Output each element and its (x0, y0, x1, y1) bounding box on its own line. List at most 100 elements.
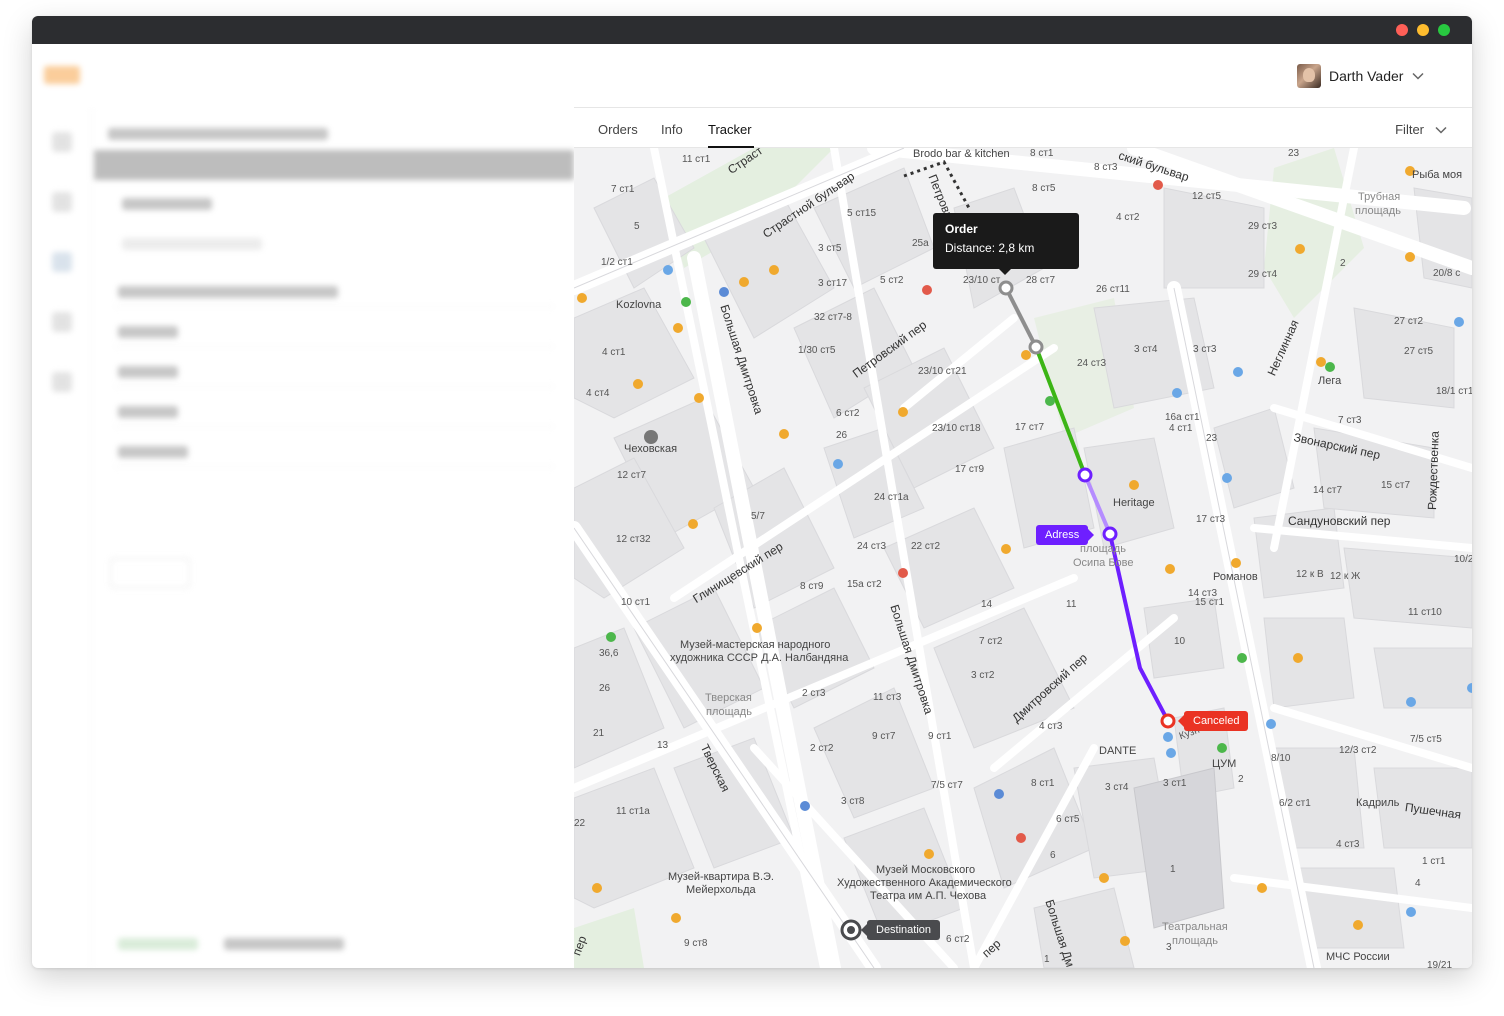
route-node-order (1028, 339, 1044, 355)
building-number: 2 ст3 (802, 688, 826, 699)
street-label: Рождественка (1425, 430, 1442, 511)
building-number: 3 ст5 (818, 243, 842, 254)
tab-info[interactable]: Info (661, 122, 683, 137)
place-label: площадь (706, 706, 752, 718)
building-number: 6 ст5 (1056, 814, 1080, 825)
building-number: 17 ст7 (1015, 422, 1045, 433)
building-number: 36,6 (599, 648, 619, 659)
building-number: 1 ст1 (1422, 856, 1446, 867)
building-number: 29 ст3 (1248, 221, 1278, 232)
building-number: 5 ст2 (880, 275, 904, 286)
building-number: 7/5 ст7 (931, 780, 963, 791)
place-label: Мейерхольда (686, 884, 756, 896)
top-header: Darth Vader (574, 44, 1472, 108)
place-label: площадь (1172, 935, 1218, 947)
building-number: 3 ст4 (1105, 782, 1129, 793)
building-number: 7 ст1 (611, 184, 635, 195)
avatar (1297, 64, 1321, 88)
place-label: площадь (1355, 205, 1401, 217)
destination-marker-label[interactable]: Destination (860, 920, 941, 940)
building-number: 25а (912, 238, 929, 249)
place-label: Kozlovna (616, 299, 662, 311)
place-label: Трубная (1358, 191, 1401, 203)
building-number: 15 ст1 (1195, 597, 1225, 608)
building-number: 23 (1206, 433, 1218, 444)
adress-marker-label[interactable]: Adress (1036, 525, 1095, 545)
building-number: 7 ст2 (979, 636, 1003, 647)
building-number: 10 ст1 (621, 597, 651, 608)
building-number: 23/10 ст21 (918, 366, 967, 377)
window-maximize-button[interactable] (1438, 24, 1450, 36)
building-number: 6 ст2 (946, 934, 970, 945)
chevron-down-icon (1435, 126, 1447, 134)
canceled-marker-label[interactable]: Canceled (1177, 711, 1249, 731)
building-number: 8 ст1 (1030, 148, 1054, 159)
building-number: 15 ст7 (1381, 480, 1411, 491)
place-label: Музей-мастерская народного (680, 639, 831, 651)
user-menu[interactable]: Darth Vader (1297, 64, 1425, 88)
building-number: 6/2 ст1 (1279, 798, 1311, 809)
building-number: 4 ст3 (1039, 721, 1063, 732)
building-number: 3 ст3 (1193, 344, 1217, 355)
place-label: художника СССР Д.А. Налбандяна (670, 652, 849, 664)
building-number: 12 ст7 (617, 470, 647, 481)
place-label: Музей-квартира В.Э. (668, 871, 774, 883)
building-number: 9 ст1 (928, 731, 952, 742)
building-number: 27 ст5 (1404, 346, 1434, 357)
building-number: 2 (1340, 258, 1346, 269)
window-minimize-button[interactable] (1417, 24, 1429, 36)
building-number: 11 (1066, 599, 1077, 610)
route-node-canceled (1160, 713, 1176, 729)
place-label: Романов (1213, 571, 1258, 583)
building-number: 3 ст2 (971, 670, 995, 681)
user-name: Darth Vader (1329, 68, 1404, 84)
building-number: 12 ст32 (616, 534, 651, 545)
building-number: 14 (981, 599, 993, 610)
place-label: Осипа Бове (1073, 557, 1134, 569)
place-label: Тверская (705, 692, 752, 704)
building-number: 27 ст2 (1394, 316, 1424, 327)
building-number: 22 ст2 (911, 541, 941, 552)
place-label: DANTE (1099, 745, 1137, 757)
building-number: 10/2 (1454, 554, 1472, 565)
building-number: 12 ст5 (1192, 191, 1222, 202)
building-number: 23 (1288, 148, 1300, 159)
building-number: 6 ст2 (836, 408, 860, 419)
building-number: 8 ст1 (1031, 778, 1055, 789)
building-number: 7 ст3 (1338, 415, 1362, 426)
building-number: 26 ст11 (1096, 284, 1130, 295)
building-number: 29 ст4 (1248, 269, 1278, 280)
route-node-start (998, 280, 1014, 296)
place-label: Рыба моя (1412, 169, 1463, 181)
building-number: 1/30 ст5 (798, 345, 836, 356)
app-window: Darth Vader Orders Info Tracker Filter С… (32, 16, 1472, 968)
place-label: Heritage (1113, 497, 1155, 509)
route-node-waypoint (1077, 467, 1093, 483)
building-number: 11 ст1а (616, 806, 650, 817)
building-number: 7/5 ст5 (1410, 734, 1442, 745)
place-label: Художественного Академического (837, 877, 1012, 889)
building-number: 16а ст1 (1165, 412, 1200, 423)
building-number: 4 ст4 (586, 388, 610, 399)
building-number: 4 ст2 (1116, 212, 1140, 223)
place-label: ЦУМ (1212, 758, 1237, 770)
building-number: 21 (593, 728, 605, 739)
building-number: 8 ст3 (1094, 162, 1118, 173)
building-number: 3 ст1 (1163, 778, 1187, 789)
tracker-map[interactable]: Страстной бульвар Страст ский бульвар Пе… (574, 148, 1472, 968)
tab-orders[interactable]: Orders (598, 122, 638, 137)
building-number: 4 (1415, 878, 1421, 889)
blurred-order-panel (94, 108, 574, 968)
tab-tracker[interactable]: Tracker (708, 122, 752, 137)
building-number: 12 к В (1296, 569, 1324, 580)
metro-label: Чеховская (624, 443, 678, 455)
building-number: 4 ст1 (1169, 423, 1193, 434)
building-number: 23/10 ст18 (932, 423, 981, 434)
window-close-button[interactable] (1396, 24, 1408, 36)
order-tooltip: Order Distance: 2,8 km (933, 213, 1079, 275)
chevron-down-icon[interactable] (1411, 69, 1425, 83)
filter-dropdown[interactable]: Filter (1395, 122, 1448, 137)
building-number: 32 ст7-8 (814, 312, 852, 323)
place-label: площадь (1080, 543, 1126, 555)
building-number: 26 (599, 683, 611, 694)
